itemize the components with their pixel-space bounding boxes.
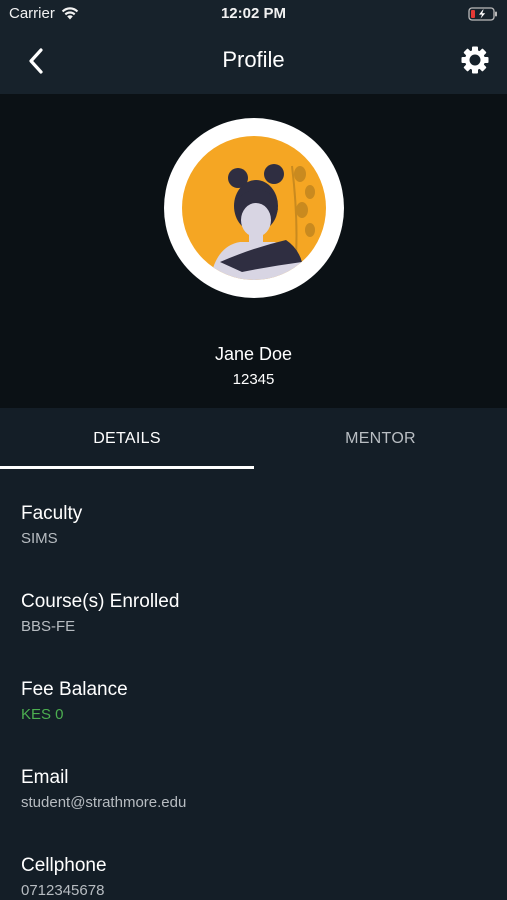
- avatar-illustration: [182, 136, 326, 280]
- list-item-cellphone: Cellphone 0712345678: [21, 854, 107, 900]
- gear-icon: [461, 46, 489, 74]
- cellphone-value[interactable]: 0712345678: [21, 881, 107, 900]
- active-tab-indicator: [0, 466, 254, 469]
- settings-button[interactable]: [457, 42, 493, 78]
- list-item-faculty: Faculty SIMS: [21, 502, 82, 549]
- tab-bar: DETAILS MENTOR: [0, 408, 507, 470]
- list-item-fee-balance: Fee Balance KES 0: [21, 678, 128, 725]
- tab-mentor[interactable]: MENTOR: [254, 408, 507, 470]
- battery-charging-icon: [468, 7, 497, 21]
- cellphone-label: Cellphone: [21, 855, 107, 876]
- profile-name: Jane Doe: [214, 344, 293, 364]
- person-illustration-icon: [210, 164, 315, 280]
- student-id: 12345: [232, 371, 275, 388]
- courses-value: BBS-FE: [21, 618, 76, 635]
- email-label: Email: [21, 767, 69, 788]
- faculty-value: SIMS: [21, 530, 58, 547]
- fee-balance-value: KES 0: [21, 706, 64, 723]
- faculty-label: Faculty: [21, 503, 83, 524]
- email-value[interactable]: student@strathmore.edu: [21, 793, 186, 813]
- tab-details[interactable]: DETAILS: [0, 408, 254, 470]
- clock: 12:02 PM: [220, 5, 287, 22]
- status-bar: Carrier 12:02 PM: [0, 0, 507, 28]
- list-item-email: Email student@strathmore.edu: [21, 766, 186, 813]
- list-item-courses: Course(s) Enrolled BBS-FE: [21, 590, 179, 637]
- fee-balance-label: Fee Balance: [21, 679, 128, 700]
- courses-label: Course(s) Enrolled: [21, 591, 180, 612]
- avatar[interactable]: [164, 118, 344, 298]
- profile-header: Jane Doe 12345: [0, 94, 507, 408]
- details-list: Faculty SIMS Course(s) Enrolled BBS-FE F…: [0, 470, 507, 900]
- page-title: Profile: [222, 47, 285, 72]
- navigation-bar: Profile: [0, 28, 507, 94]
